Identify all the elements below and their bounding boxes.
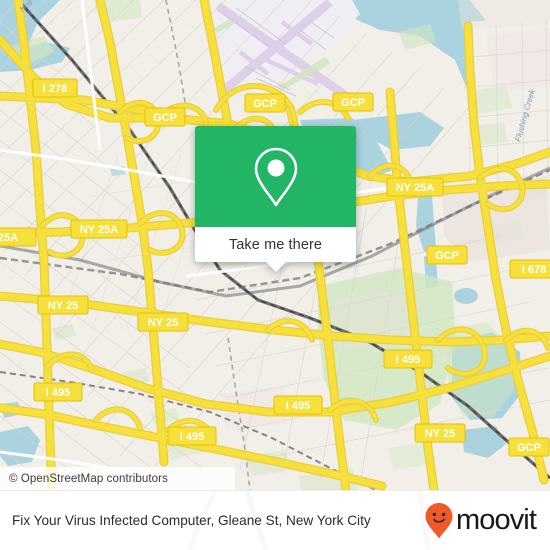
- shield-label: NY 25: [48, 300, 78, 312]
- shield-ny-25-1: NY 25: [37, 295, 89, 315]
- map-canvas[interactable]: Hell Flushing Creek I 278 GCP GCP GCP NY…: [0, 0, 550, 490]
- shield-ny-25a-1: NY 25A: [386, 177, 444, 197]
- shield-label: 25A: [0, 232, 18, 244]
- moovit-pin-smiley-icon: [425, 502, 453, 538]
- shield-label: NY 25: [425, 428, 455, 440]
- shield-label: I 278: [43, 83, 67, 95]
- map-page: Hell Flushing Creek I 278 GCP GCP GCP NY…: [0, 0, 550, 550]
- map-attribution[interactable]: © OpenStreetMap contributors: [0, 467, 235, 490]
- shield-label: I 495: [180, 431, 204, 443]
- shield-i-495-4: I 495: [167, 426, 217, 446]
- moovit-brand-logo[interactable]: moovit: [424, 502, 550, 540]
- shield-i-678: I 678: [509, 259, 550, 279]
- shield-ny-25-3: NY 25: [414, 423, 466, 443]
- shield-i-495-2: I 495: [33, 382, 83, 402]
- shield-gcp-2: GCP: [244, 93, 286, 113]
- shield-gcp-4: GCP: [426, 245, 468, 265]
- map-pin-icon: [254, 147, 297, 206]
- shield-ny-25-2: NY 25: [137, 312, 189, 332]
- shield-label: GCP: [153, 112, 177, 124]
- shield-label: NY 25A: [396, 182, 434, 194]
- popup-action-button[interactable]: Take me there: [195, 227, 356, 262]
- shield-label: I 678: [522, 264, 546, 276]
- shield-i-495-3: I 495: [273, 395, 323, 415]
- popup-action-label: Take me there: [228, 236, 323, 253]
- shield-gcp-3: GCP: [332, 92, 374, 112]
- shield-ny-25a-2: NY 25A: [70, 219, 128, 239]
- shield-label: I 495: [396, 354, 420, 366]
- shield-ny-25a-3: 25A: [0, 227, 37, 247]
- shield-i-278: I 278: [32, 78, 78, 98]
- shield-label: I 495: [46, 387, 70, 399]
- shield-label: GCP: [341, 97, 365, 109]
- moovit-wordmark: moovit: [455, 504, 537, 536]
- shield-i-495-1: I 495: [383, 349, 433, 369]
- location-popup-card[interactable]: Take me there: [195, 126, 356, 272]
- shield-label: GCP: [253, 98, 277, 110]
- shield-label: GCP: [435, 250, 459, 262]
- shield-label: GCP: [517, 442, 541, 454]
- shield-label: NY 25A: [80, 224, 118, 236]
- attribution-text: © OpenStreetMap contributors: [9, 472, 168, 485]
- shield-gcp-1: GCP: [144, 107, 186, 127]
- popup-header: [195, 126, 356, 227]
- shield-label: NY 25: [148, 317, 178, 329]
- location-title: Fix Your Virus Infected Computer, Gleane…: [12, 513, 371, 528]
- shield-label: I 495: [286, 400, 310, 412]
- shield-gcp-5: GCP: [508, 437, 550, 457]
- bottom-info-bar: Fix Your Virus Infected Computer, Gleane…: [0, 490, 550, 550]
- popup-tail-pointer: [265, 262, 286, 272]
